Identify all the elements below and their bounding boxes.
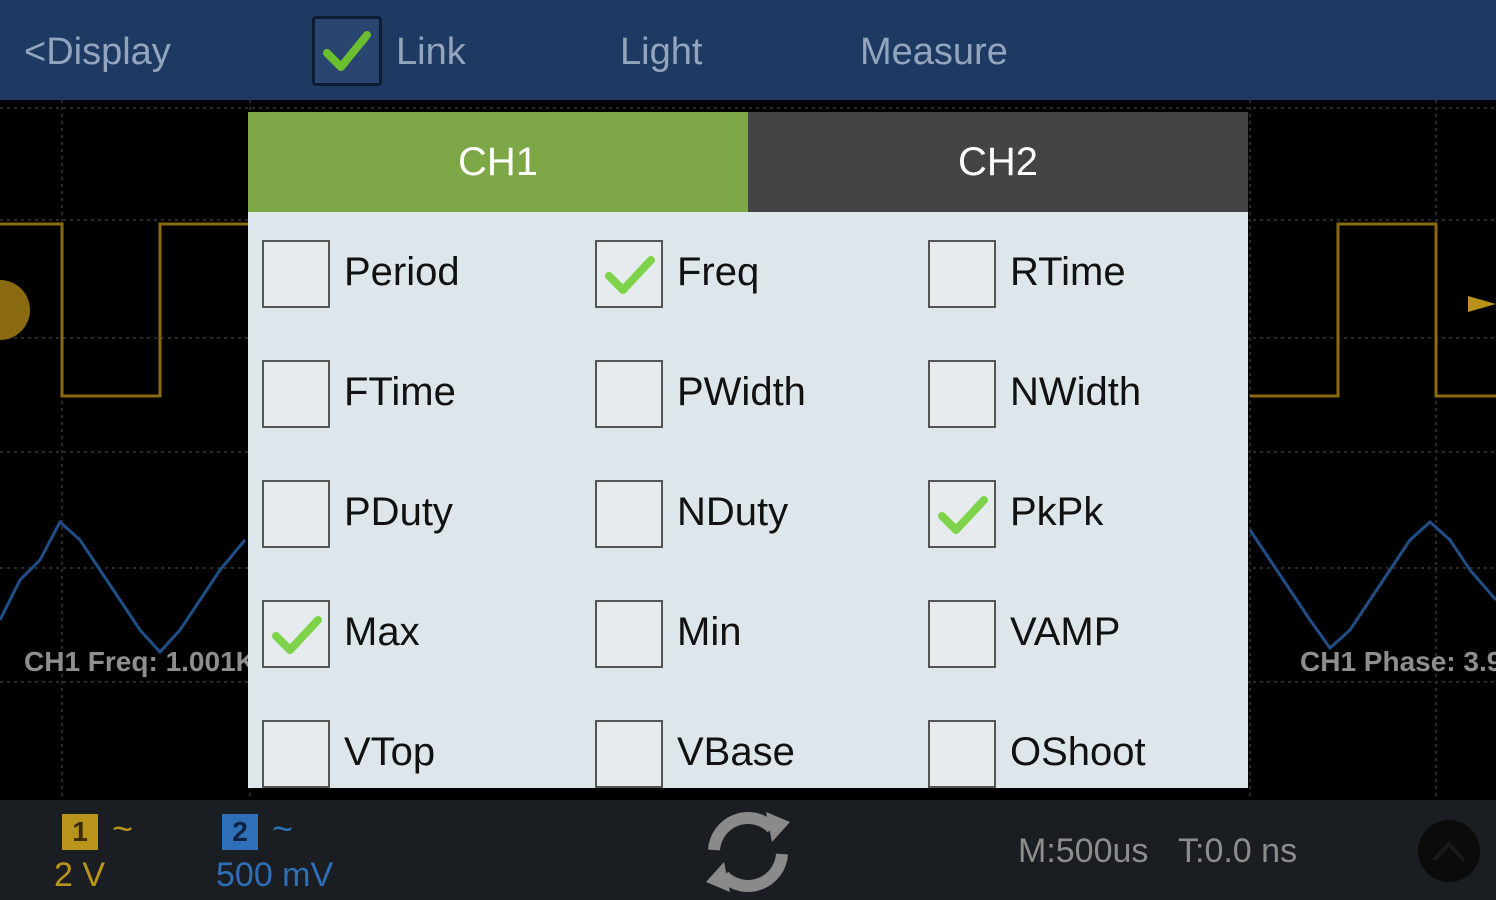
measure-checkbox[interactable] bbox=[928, 720, 996, 788]
measure-option-label: PDuty bbox=[344, 490, 453, 534]
tab-ch2[interactable]: CH2 bbox=[748, 112, 1248, 212]
measure-option-label: PkPk bbox=[1010, 490, 1104, 534]
measure-option-rtime[interactable]: RTime bbox=[928, 240, 1228, 312]
refresh-icon[interactable] bbox=[700, 810, 796, 894]
measure-checkbox[interactable] bbox=[262, 720, 330, 788]
measure-option-vbase[interactable]: VBase bbox=[595, 720, 895, 788]
measure-checkbox[interactable] bbox=[262, 480, 330, 548]
measure-option-freq[interactable]: Freq bbox=[595, 240, 895, 312]
measure-option-nwidth[interactable]: NWidth bbox=[928, 360, 1228, 432]
ch1-scale[interactable]: 2 V bbox=[54, 856, 105, 895]
measure-option-vtop[interactable]: VTop bbox=[262, 720, 562, 788]
back-display-button[interactable]: <Display bbox=[24, 28, 171, 76]
run-stop-icon[interactable] bbox=[1418, 820, 1480, 882]
measure-option-label: VBase bbox=[677, 730, 795, 774]
measure-option-label: OShoot bbox=[1010, 730, 1146, 774]
trigger-time-readout[interactable]: T:0.0 ns bbox=[1178, 832, 1297, 871]
measure-option-label: PWidth bbox=[677, 370, 806, 414]
measure-option-pduty[interactable]: PDuty bbox=[262, 480, 562, 552]
measure-dialog: CH1 CH2 Period Freq RTime FTime PWidth NWidth… bbox=[248, 112, 1248, 788]
top-bar: <Display Link Light Measure bbox=[0, 0, 1496, 100]
check-icon bbox=[272, 616, 322, 654]
measure-option-label: FTime bbox=[344, 370, 456, 414]
timebase-readout[interactable]: M:500us bbox=[1018, 832, 1148, 871]
measure-option-period[interactable]: Period bbox=[262, 240, 562, 312]
check-icon bbox=[605, 256, 655, 294]
measure-option-label: Freq bbox=[677, 250, 760, 294]
measure-checkbox[interactable] bbox=[928, 600, 996, 668]
ch2-scale[interactable]: 500 mV bbox=[216, 856, 333, 895]
measure-option-label: RTime bbox=[1010, 250, 1126, 294]
measure-option-nduty[interactable]: NDuty bbox=[595, 480, 895, 552]
light-button[interactable]: Light bbox=[620, 28, 702, 76]
measure-checkbox[interactable] bbox=[595, 240, 663, 308]
measure-checkbox[interactable] bbox=[928, 480, 996, 548]
link-checkbox[interactable] bbox=[312, 16, 382, 86]
measure-checkbox[interactable] bbox=[928, 360, 996, 428]
link-label[interactable]: Link bbox=[396, 28, 466, 76]
measure-option-pwidth[interactable]: PWidth bbox=[595, 360, 895, 432]
measure-option-label: NWidth bbox=[1010, 370, 1142, 414]
measure-checkbox[interactable] bbox=[595, 720, 663, 788]
ch1-level-marker bbox=[0, 280, 30, 340]
ch1-freq-readout: CH1 Freq: 1.001K bbox=[24, 646, 256, 677]
measure-option-label: VTop bbox=[344, 730, 436, 774]
ch1-coupling-icon: ~ bbox=[112, 808, 134, 849]
measure-checkbox[interactable] bbox=[928, 240, 996, 308]
measure-option-label: VAMP bbox=[1010, 610, 1121, 654]
measure-option-label: Min bbox=[677, 610, 742, 654]
ch2-coupling-icon: ~ bbox=[272, 808, 294, 849]
measure-option-ftime[interactable]: FTime bbox=[262, 360, 562, 432]
ch1-badge[interactable]: 1 bbox=[62, 814, 98, 850]
measure-option-pkpk[interactable]: PkPk bbox=[928, 480, 1228, 552]
measure-checkbox[interactable] bbox=[595, 360, 663, 428]
measure-option-max[interactable]: Max bbox=[262, 600, 562, 672]
measure-option-min[interactable]: Min bbox=[595, 600, 895, 672]
measure-checkbox[interactable] bbox=[595, 600, 663, 668]
measure-checkbox[interactable] bbox=[262, 600, 330, 668]
trigger-marker-icon bbox=[1468, 296, 1496, 312]
measure-option-label: NDuty bbox=[677, 490, 789, 534]
measure-option-label: Period bbox=[344, 250, 460, 294]
measure-checkbox[interactable] bbox=[262, 360, 330, 428]
ch1-phase-readout: CH1 Phase: 3.9 bbox=[1300, 646, 1496, 677]
measure-option-vamp[interactable]: VAMP bbox=[928, 600, 1228, 672]
measure-checkbox[interactable] bbox=[262, 240, 330, 308]
check-icon bbox=[323, 31, 371, 71]
measure-button[interactable]: Measure bbox=[860, 28, 1008, 76]
measure-option-label: Max bbox=[344, 610, 420, 654]
tab-ch1[interactable]: CH1 bbox=[248, 112, 748, 212]
ch2-badge[interactable]: 2 bbox=[222, 814, 258, 850]
check-icon bbox=[938, 496, 988, 534]
measure-checkbox[interactable] bbox=[595, 480, 663, 548]
measure-option-oshoot[interactable]: OShoot bbox=[928, 720, 1228, 788]
